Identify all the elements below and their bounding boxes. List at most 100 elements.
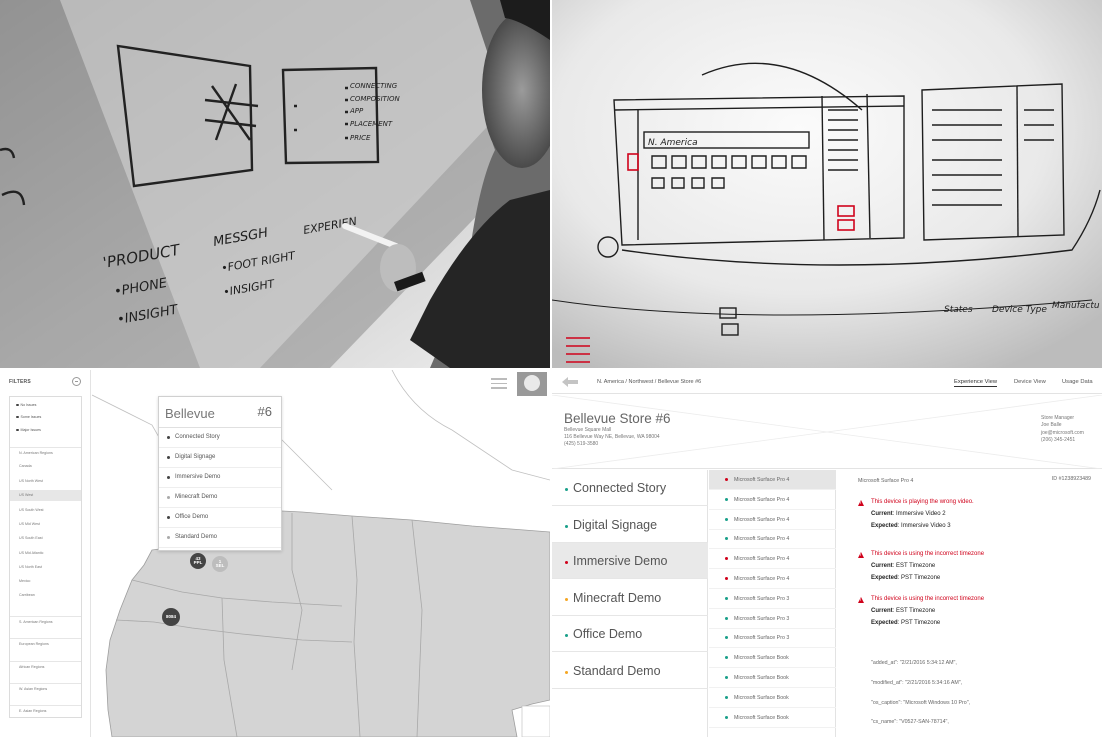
bullet-icon (167, 496, 170, 499)
status-dot-icon (725, 517, 728, 521)
experience-item[interactable]: Immersive Demo (552, 543, 708, 579)
tab-device-view[interactable]: Device View (1014, 379, 1046, 385)
store-cluster-marker[interactable]: 1 SEL (212, 556, 228, 572)
filter-item[interactable]: US Mid Atlantic (10, 548, 81, 559)
store-title: Bellevue Store #6 (564, 411, 671, 426)
store-cluster-marker[interactable]: 8084 (162, 608, 180, 626)
device-item[interactable]: Microsoft Surface Book (709, 648, 836, 669)
filter-item[interactable]: Canada (10, 461, 81, 472)
device-item[interactable]: Microsoft Surface Pro 4 (709, 529, 836, 550)
collapse-filters-icon[interactable] (72, 377, 81, 386)
globe-icon[interactable] (517, 372, 547, 396)
filter-item[interactable]: W. Asian Regions (10, 683, 81, 694)
device-item[interactable]: Microsoft Surface Book (709, 668, 836, 688)
store-detail-view: N. America / Northwest / Bellevue Store … (552, 370, 1102, 737)
issue-block: This device is using the incorrect timez… (858, 551, 1088, 587)
device-detail: Microsoft Surface Pro 4 ID #1238923489 T… (837, 470, 1102, 737)
filter-item[interactable]: US North East (10, 562, 81, 573)
filter-item[interactable]: US Mid West (10, 519, 81, 530)
experience-item[interactable]: Standard Demo (552, 653, 708, 689)
status-dot-icon (725, 557, 728, 561)
device-json-line: "os_caption": "Microsoft Windows 10 Pro"… (871, 699, 971, 706)
experience-label: Minecraft Demo (573, 590, 662, 605)
status-dot-icon (725, 695, 728, 699)
popup-experience-item[interactable]: Digital Signage (159, 448, 281, 468)
filter-item[interactable]: US South East (10, 533, 81, 544)
popup-experience-item[interactable]: Standard Demo (159, 528, 281, 548)
filter-item[interactable]: N. American Regions (10, 447, 81, 458)
device-id: ID #1238923489 (1051, 476, 1091, 482)
filter-label: US Mid West (19, 522, 40, 526)
experience-item[interactable]: Connected Story (552, 470, 708, 506)
bullet-icon (167, 536, 170, 539)
device-item[interactable]: Microsoft Surface Book (709, 688, 836, 708)
issue-block: This device is playing the wrong video. C… (858, 499, 1088, 535)
filter-label: African Regions (19, 665, 45, 669)
back-arrow-icon[interactable] (562, 377, 578, 387)
filter-item[interactable]: US South West (10, 505, 81, 516)
region-label: N. America (648, 138, 698, 148)
status-dot-icon (16, 415, 19, 419)
popup-store-number: #6 (257, 404, 272, 419)
status-dot-icon (565, 561, 568, 564)
device-label: Microsoft Surface Pro 3 (734, 615, 790, 622)
filter-item[interactable]: US North West (10, 476, 81, 487)
device-item[interactable]: Microsoft Surface Pro 3 (709, 628, 836, 649)
filter-item[interactable]: No Issues (10, 400, 81, 411)
status-dot-icon (725, 596, 728, 600)
filter-item[interactable]: Some Issues (10, 412, 81, 423)
filter-item[interactable]: US West (10, 490, 81, 501)
bullet-icon (167, 516, 170, 519)
device-item[interactable]: Microsoft Surface Book (709, 708, 836, 728)
filter-item[interactable]: African Regions (10, 661, 81, 672)
device-item[interactable]: Microsoft Surface Pro 4 (709, 490, 836, 510)
device-item[interactable]: Microsoft Surface Pro 3 (709, 589, 836, 609)
tab-usage-data[interactable]: Usage Data (1062, 379, 1093, 385)
filter-item[interactable]: Major Issues (10, 425, 81, 436)
device-item[interactable]: Microsoft Surface Pro 4 (709, 470, 836, 490)
filter-item[interactable]: E. Asian Regions (10, 705, 81, 716)
filter-item[interactable]: European Regions (10, 638, 81, 649)
status-dot-icon (725, 577, 728, 580)
list-menu-icon[interactable] (488, 375, 510, 393)
filter-item[interactable]: Mexico (10, 576, 81, 587)
breadcrumb[interactable]: N. America / Northwest / Bellevue Store … (597, 379, 701, 385)
status-dot-icon (725, 715, 728, 719)
popup-experience-item[interactable]: Minecraft Demo (159, 488, 281, 508)
popup-experience-label: Connected Story (175, 434, 220, 440)
popup-experience-item[interactable]: Immersive Demo (159, 468, 281, 488)
filter-label: Major Issues (20, 428, 41, 432)
experience-label: Immersive Demo (573, 554, 668, 568)
device-json-line: "added_at": "2/21/2016 5:34:12 AM", (871, 660, 957, 666)
device-item[interactable]: Microsoft Surface Pro 4 (709, 569, 836, 589)
current-label: Current (871, 511, 893, 517)
device-label: Microsoft Surface Book (734, 675, 789, 681)
issue-title: This device is using the incorrect timez… (871, 596, 985, 602)
popup-experience-item[interactable]: Office Demo (159, 508, 281, 528)
collage: CONNECTING COMPOSITION APP PLACEMENT PRI… (0, 0, 1102, 737)
expected-value: : PST Timezone (897, 575, 941, 581)
device-label: Microsoft Surface Book (734, 694, 789, 701)
bullet-icon (167, 436, 170, 439)
device-label: Microsoft Surface Pro 4 (734, 576, 790, 582)
manager-email[interactable]: joe@microsoft.com (1041, 430, 1084, 436)
issue-expected: Expected: PST Timezone (871, 620, 940, 626)
experience-item[interactable]: Digital Signage (552, 507, 708, 543)
filter-label: US North East (19, 565, 42, 569)
issue-current: Current: Immersive Video 2 (871, 511, 946, 517)
experience-item[interactable]: Minecraft Demo (552, 580, 708, 616)
device-item[interactable]: Microsoft Surface Pro 3 (709, 609, 836, 629)
popup-experience-label: Standard Demo (175, 534, 218, 540)
filter-item[interactable]: Carribean (10, 590, 81, 601)
filter-label: US Mid Atlantic (19, 551, 44, 555)
device-item[interactable]: Microsoft Surface Pro 4 (709, 549, 836, 570)
device-item[interactable]: Microsoft Surface Pro 4 (709, 510, 836, 530)
status-dot-icon (565, 670, 568, 674)
experience-item[interactable]: Office Demo (552, 616, 708, 652)
filter-item[interactable]: S. American Regions (10, 616, 81, 627)
filter-label: W. Asian Regions (19, 687, 48, 691)
store-address: 116 Bellevue Way NE, Bellevue, WA 98004 (564, 434, 660, 440)
popup-experience-item[interactable]: Connected Story (159, 428, 281, 448)
tab-experience-view[interactable]: Experience View (954, 379, 998, 387)
store-cluster-marker[interactable]: 43 PPL (190, 553, 206, 569)
